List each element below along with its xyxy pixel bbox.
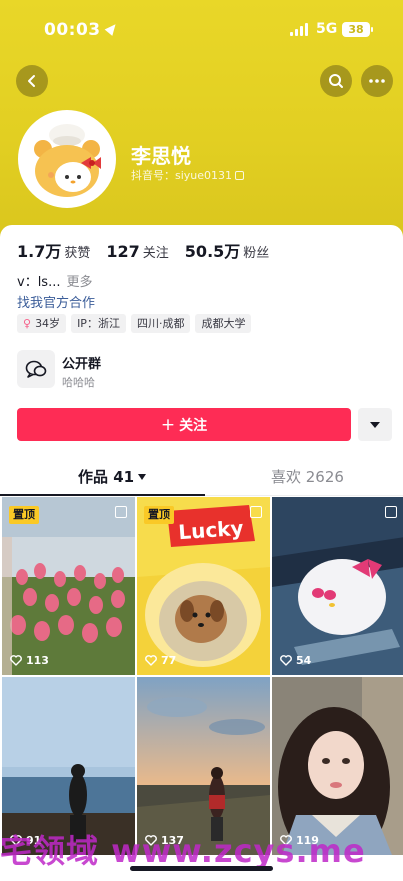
select-checkbox[interactable] — [115, 506, 127, 518]
more-options-button[interactable] — [361, 65, 393, 97]
caret-down-icon — [138, 474, 147, 480]
female-icon: ♀ — [23, 317, 32, 330]
tag-age: ♀ 34岁 — [17, 314, 67, 333]
tab-likes[interactable]: 喜欢 2626 — [271, 466, 344, 487]
like-count: 77 — [145, 654, 176, 667]
follow-button[interactable]: + 关注 — [17, 408, 351, 441]
recommend-dropdown-button[interactable] — [358, 408, 392, 441]
like-count: 54 — [280, 654, 311, 667]
tag-text: 四川·成都 — [136, 317, 185, 330]
stat-following[interactable]: 127 关注 — [106, 242, 168, 261]
location-arrow-icon — [104, 21, 119, 36]
like-count-text: 113 — [26, 654, 49, 667]
triangle-down-icon — [370, 421, 380, 428]
avatar[interactable] — [18, 110, 116, 208]
tag-text: 34岁 — [35, 317, 61, 330]
group-subtitle: 哈哈哈 — [62, 376, 95, 389]
status-bar: 00:03 5G 38 — [0, 0, 403, 62]
search-icon — [329, 74, 343, 88]
stat-value: 50.5万 — [184, 242, 241, 261]
heart-icon — [145, 655, 157, 666]
tag-text: 成都大学 — [201, 317, 246, 330]
heart-icon — [280, 655, 292, 666]
select-checkbox[interactable] — [250, 506, 262, 518]
tag-ip-location: IP：浙江 — [71, 314, 126, 333]
stat-label: 关注 — [142, 246, 169, 261]
hello-kitty-cake-thumbnail-image — [272, 497, 403, 675]
tag-school[interactable]: 成都大学 — [195, 314, 252, 333]
heart-icon — [10, 655, 22, 666]
back-button[interactable] — [16, 65, 48, 97]
video-thumbnail[interactable]: Lucky 置顶 77 — [137, 497, 270, 675]
tag-city[interactable]: 四川·成都 — [130, 314, 191, 333]
douyin-id-text: 抖音号：siyue0131 — [131, 169, 233, 182]
group-title: 公开群 — [62, 357, 102, 372]
like-count: 113 — [10, 654, 49, 667]
bio-text: v：ls... — [17, 275, 61, 290]
public-group-entry[interactable]: 公开群 哈哈哈 — [17, 350, 257, 390]
stat-value: 1.7万 — [17, 242, 62, 261]
profile-name: 李思悦 — [131, 144, 191, 168]
business-contact-link[interactable]: 找我官方合作 — [17, 292, 95, 311]
stat-label: 获赞 — [64, 246, 91, 261]
chevron-left-icon — [28, 75, 35, 87]
video-grid: 置顶 113 Lucky 置顶 77 54 91 137 119 — [2, 497, 403, 855]
tab-works[interactable]: 作品 41 — [78, 466, 147, 487]
tag-text: IP：浙江 — [77, 317, 120, 330]
video-thumbnail[interactable]: 54 — [272, 497, 403, 675]
pinned-badge: 置顶 — [144, 506, 174, 524]
bio-more-link[interactable]: 更多 — [66, 275, 92, 290]
like-count-text: 77 — [161, 654, 177, 667]
active-tab-indicator — [0, 494, 205, 496]
status-time: 00:03 — [44, 20, 119, 40]
avatar-hello-kitty-bear-icon — [21, 113, 113, 205]
stat-label: 粉丝 — [243, 246, 270, 261]
select-checkbox[interactable] — [385, 506, 397, 518]
stat-followers[interactable]: 50.5万 粉丝 — [185, 238, 270, 262]
profile-stats: 1.7万 获赞 127 关注 50.5万 粉丝 — [17, 238, 269, 262]
pinned-badge: 置顶 — [9, 506, 39, 524]
copy-icon[interactable] — [235, 171, 245, 180]
group-chat-icon — [17, 350, 55, 388]
profile-tags: ♀ 34岁 IP：浙江 四川·成都 成都大学 — [17, 314, 252, 333]
plus-icon: + — [160, 414, 176, 435]
like-count-text: 54 — [296, 654, 312, 667]
follow-label: 关注 — [179, 417, 208, 434]
svg-text:Lucky: Lucky — [178, 516, 245, 544]
more-dots-icon — [369, 79, 385, 83]
battery-icon: 38 — [342, 22, 373, 37]
stat-value: 127 — [106, 242, 140, 261]
home-indicator[interactable] — [130, 866, 273, 871]
content-tabs: 作品 41 喜欢 2626 — [0, 458, 403, 496]
stat-likes-received[interactable]: 1.7万 获赞 — [17, 238, 90, 262]
tab-label: 作品 41 — [78, 468, 135, 486]
search-button[interactable] — [320, 65, 352, 97]
time-text: 00:03 — [44, 20, 101, 40]
douyin-id[interactable]: 抖音号：siyue0131 — [131, 167, 245, 183]
network-type: 5G — [316, 21, 338, 37]
video-thumbnail[interactable]: 置顶 113 — [2, 497, 135, 675]
profile-bio: v：ls... 更多 — [17, 271, 93, 290]
cellular-signal-icon — [290, 23, 308, 36]
